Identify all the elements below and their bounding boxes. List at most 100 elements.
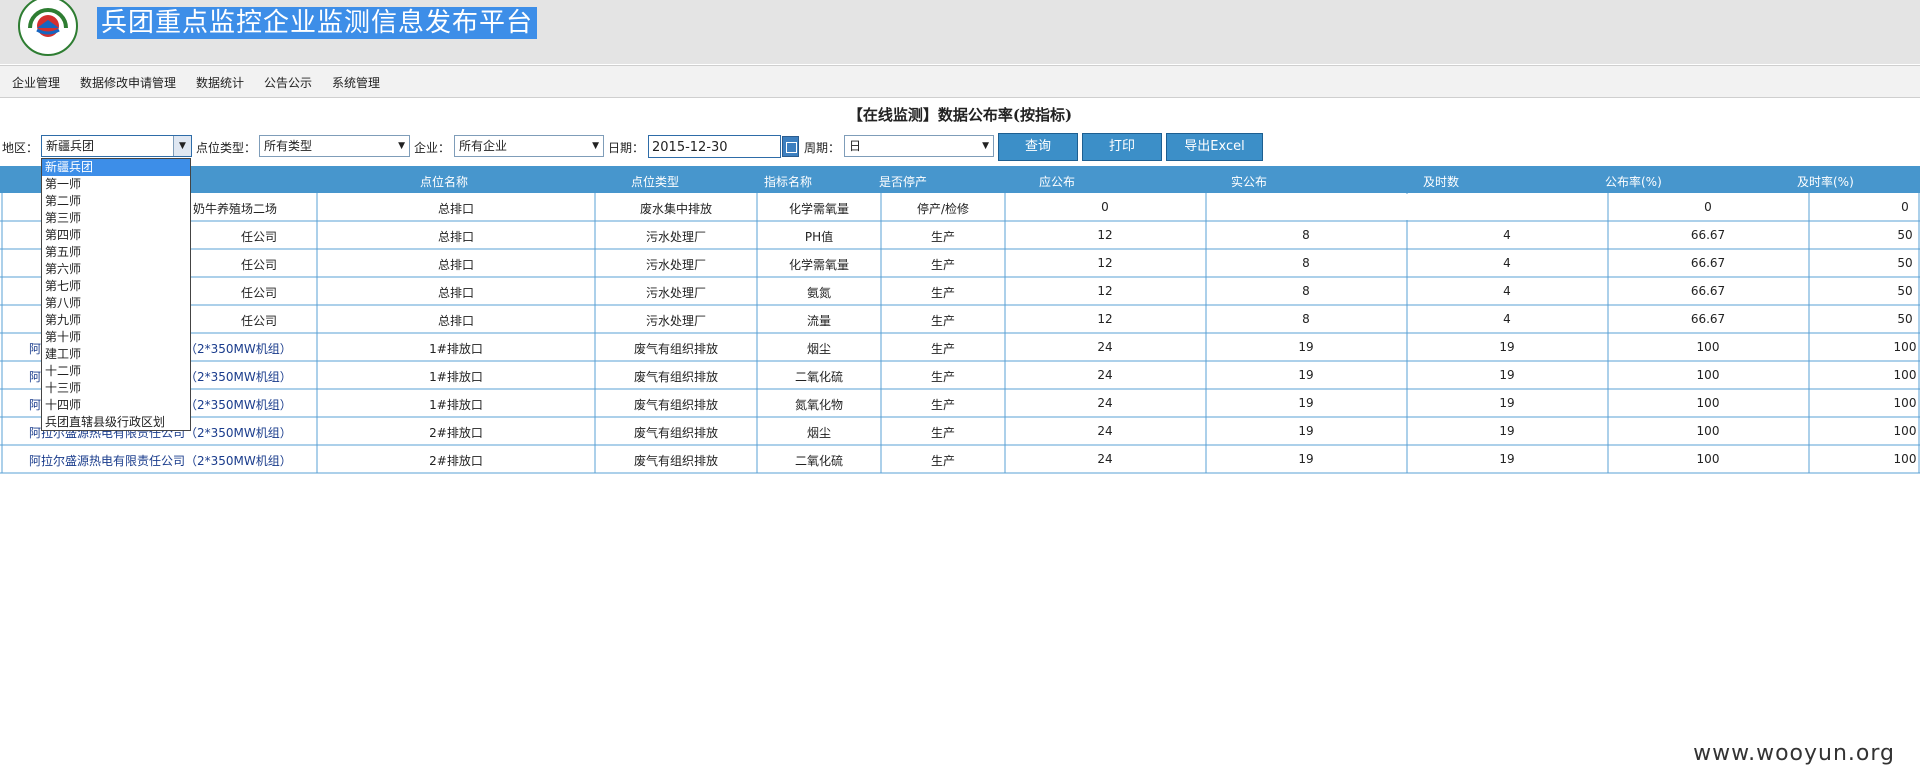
table-cell-ptype: 废水集中排放 [639, 202, 713, 216]
table-cell-trate: 100 [1893, 424, 1917, 438]
region-option[interactable]: 第九师 [42, 312, 190, 329]
table-cell-point: 总排口 [437, 286, 475, 300]
menu-company-management[interactable]: 企业管理 [12, 74, 60, 91]
table-cell-trate: 50 [1897, 284, 1913, 298]
period-label: 周期： [804, 141, 841, 155]
table-cell-indicator: PH值 [804, 230, 834, 244]
region-option[interactable]: 第四师 [42, 227, 190, 244]
page-title: 【在线监测】数据公布率(按指标) [847, 106, 1073, 124]
region-select-value: 新疆兵团 [46, 139, 95, 153]
region-option[interactable]: 建工师 [42, 346, 190, 363]
table-cell-rate: 100 [1696, 424, 1720, 438]
table-cell-ptype: 污水处理厂 [645, 230, 707, 244]
table-cell-should: 24 [1097, 368, 1113, 382]
region-label: 地区： [2, 141, 39, 155]
table-cell-indicator: 二氧化硫 [794, 370, 844, 384]
table-cell-should: 12 [1097, 228, 1113, 242]
region-option[interactable]: 新疆兵团 [42, 159, 190, 176]
region-option[interactable]: 第十师 [42, 329, 190, 346]
table-cell-actual: 8 [1302, 284, 1310, 298]
menu-system-management[interactable]: 系统管理 [332, 74, 380, 91]
table-cell-status: 生产 [930, 258, 956, 272]
calendar-icon[interactable] [782, 136, 799, 157]
region-option[interactable]: 第二师 [42, 193, 190, 210]
table-cell-point: 总排口 [437, 202, 475, 216]
table-cell-actual: 8 [1302, 256, 1310, 270]
table-cell-actual: 19 [1298, 424, 1314, 438]
region-option[interactable]: 十三师 [42, 380, 190, 397]
table-cell-rate: 100 [1696, 368, 1720, 382]
table-cell-timely: 19 [1499, 452, 1515, 466]
period-select[interactable]: 日 ▼ [844, 135, 994, 157]
col-should-publish: 应公布 [1039, 175, 1076, 189]
print-button[interactable]: 打印 [1082, 133, 1162, 161]
watermark: www.wooyun.org [1693, 741, 1895, 766]
table-cell-indicator: 烟尘 [806, 426, 832, 440]
table-cell-status: 停产/检修 [916, 202, 970, 216]
table-cell-status: 生产 [930, 370, 956, 384]
table-cell-timely: 4 [1503, 228, 1511, 242]
table-cell-rate: 66.67 [1690, 228, 1726, 242]
table-cell-trate: 50 [1897, 256, 1913, 270]
date-input[interactable]: 2015-12-30 [648, 135, 781, 158]
table-cell-actual: 19 [1298, 452, 1314, 466]
menu-announcements[interactable]: 公告公示 [264, 74, 312, 91]
col-actual-publish: 实公布 [1231, 175, 1268, 189]
table-cell-point: 2#排放口 [429, 454, 483, 468]
table-cell-timely: 19 [1499, 424, 1515, 438]
region-option[interactable]: 第六师 [42, 261, 190, 278]
chevron-down-icon[interactable]: ▼ [173, 136, 191, 156]
menu-data-statistics[interactable]: 数据统计 [196, 74, 244, 91]
chevron-down-icon: ▼ [592, 141, 599, 151]
col-point-type: 点位类型 [631, 175, 680, 189]
col-shutdown: 是否停产 [879, 175, 928, 189]
region-option[interactable]: 第七师 [42, 278, 190, 295]
query-button[interactable]: 查询 [998, 133, 1078, 161]
region-option[interactable]: 第五师 [42, 244, 190, 261]
menu-data-modify-request[interactable]: 数据修改申请管理 [80, 74, 176, 91]
cell-company: 任公司 [240, 258, 277, 272]
table-cell-ptype: 废气有组织排放 [633, 426, 719, 440]
table-cell-rate: 100 [1696, 396, 1720, 410]
table-cell-timely: 19 [1499, 368, 1515, 382]
col-timely-rate: 及时率(%) [1797, 175, 1854, 189]
table-cell-point: 1#排放口 [429, 370, 483, 384]
point-type-select[interactable]: 所有类型 ▼ [259, 135, 410, 157]
region-option[interactable]: 兵团直辖县级行政区划 [42, 414, 190, 431]
cell-company: 奶牛养殖场二场 [192, 202, 277, 216]
table-cell-indicator: 流量 [806, 314, 832, 328]
table-cell-rate: 100 [1696, 452, 1720, 466]
table-cell-status: 生产 [930, 454, 956, 468]
export-excel-button[interactable]: 导出Excel [1166, 133, 1263, 161]
table-cell-indicator: 氨氮 [806, 286, 832, 300]
period-select-value: 日 [849, 139, 862, 153]
table-cell-status: 生产 [930, 230, 956, 244]
region-select[interactable]: 新疆兵团 ▼ [41, 135, 192, 157]
region-option[interactable]: 第八师 [42, 295, 190, 312]
table-cell-point: 总排口 [437, 230, 475, 244]
col-timely-count: 及时数 [1423, 175, 1460, 189]
table-cell-trate: 100 [1893, 452, 1917, 466]
region-option[interactable]: 第三师 [42, 210, 190, 227]
region-option[interactable]: 第一师 [42, 176, 190, 193]
table-cell-actual: 19 [1298, 368, 1314, 382]
main-menu: 企业管理 数据修改申请管理 数据统计 公告公示 系统管理 [0, 65, 1920, 98]
table-cell-should: 12 [1097, 312, 1113, 326]
table-cell-trate: 50 [1897, 228, 1913, 242]
table-cell-status: 生产 [930, 342, 956, 356]
col-indicator: 指标名称 [764, 175, 813, 189]
table-cell-indicator: 烟尘 [806, 342, 832, 356]
cell-company: 任公司 [240, 314, 277, 328]
col-point-name: 点位名称 [420, 175, 469, 189]
table-cell-should: 12 [1097, 284, 1113, 298]
region-option[interactable]: 十二师 [42, 363, 190, 380]
table-cell-ptype: 废气有组织排放 [633, 398, 719, 412]
table-cell-should: 12 [1097, 256, 1113, 270]
table-cell-should: 24 [1097, 396, 1113, 410]
table-cell-actual: 19 [1298, 340, 1314, 354]
table-cell-rate: 66.67 [1690, 256, 1726, 270]
company-select[interactable]: 所有企业 ▼ [454, 135, 604, 157]
table-cell-timely: 19 [1499, 396, 1515, 410]
region-option[interactable]: 十四师 [42, 397, 190, 414]
table-cell-trate: 0 [1901, 200, 1909, 214]
